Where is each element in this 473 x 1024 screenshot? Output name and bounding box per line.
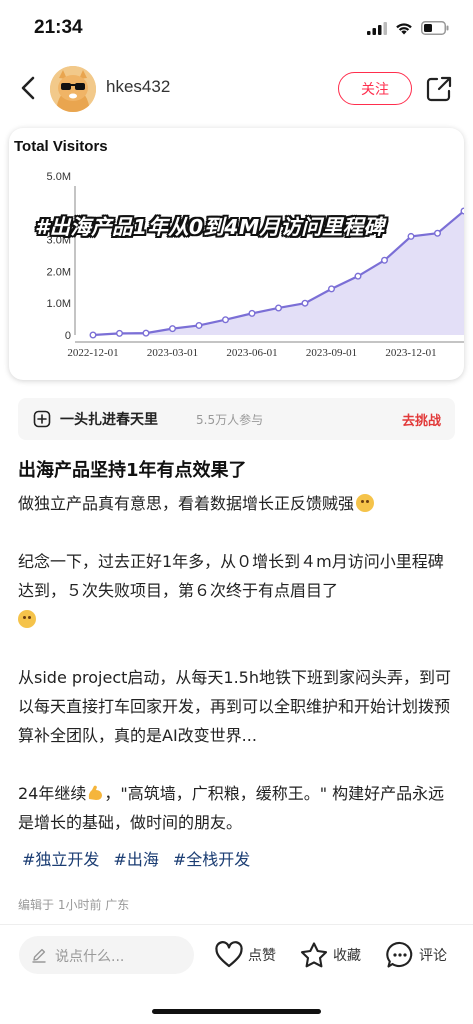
hashtag-link[interactable]: #全栈开发 <box>173 846 250 870</box>
like-label: 点赞 <box>248 948 276 964</box>
post-header: hkes432 关注 <box>0 62 473 116</box>
chart-data-point <box>115 329 123 337</box>
chart-x-tick-label: 2023-06-01 <box>226 347 277 359</box>
chart-data-point <box>301 299 309 307</box>
hashtag-link[interactable]: #出海 <box>113 846 158 870</box>
challenge-banner[interactable]: 一头扎进春天里 5.5万人参与 去挑战 <box>18 398 455 440</box>
smug-face-emoji-icon <box>356 494 375 512</box>
chart-x-tick-label: 2022-12-01 <box>67 347 118 359</box>
post-paragraph-3: 从side project启动，从每天1.5h地铁下班到家闷头弄，到可以每天直接… <box>18 668 451 745</box>
chart-data-point <box>328 285 336 293</box>
happy-face-emoji-icon <box>18 610 36 628</box>
battery-icon <box>421 21 449 35</box>
comment-input[interactable]: 说点什么... <box>19 936 194 974</box>
chart-y-tick-label: 1.0M <box>47 298 71 310</box>
chart-x-tick-label: 2023-09-01 <box>306 347 357 359</box>
hashtag-list: #独立开发 #出海 #全栈开发 <box>22 846 250 870</box>
comment-button[interactable]: 评论 <box>385 940 447 970</box>
collect-button[interactable]: 收藏 <box>299 940 361 970</box>
pen-icon <box>32 948 46 963</box>
post-paragraph-2: 纪念一下，过去正好1年多，从０增长到４m月访问小里程碑达到，５次失败项目，第６次… <box>18 552 444 600</box>
chart-y-tick-label: 5.0M <box>47 171 71 183</box>
post-paragraph-1: 做独立产品真有意思，看着数据增长正反馈贼强 <box>18 494 355 513</box>
comment-label: 评论 <box>419 948 447 964</box>
collect-label: 收藏 <box>333 948 361 964</box>
comment-placeholder: 说点什么... <box>55 949 125 965</box>
author-avatar[interactable] <box>50 66 96 112</box>
chart-data-point <box>354 272 362 280</box>
flexed-biceps-emoji-icon <box>89 785 103 800</box>
chart-x-tick-label: 2023-12-01 <box>385 347 436 359</box>
post-body: 做独立产品真有意思，看着数据增长正反馈贼强 纪念一下，过去正好1年多，从０增长到… <box>18 489 458 837</box>
chart-data-point <box>248 309 256 317</box>
chart-data-point <box>275 304 283 312</box>
challenge-title: 一头扎进春天里 <box>60 412 158 428</box>
chart-y-tick-label: 0 <box>65 330 71 342</box>
signal-icon <box>367 21 387 35</box>
chart-data-point <box>460 207 464 215</box>
chart-data-point <box>381 256 389 264</box>
chart-data-point <box>168 325 176 333</box>
status-time: 21:34 <box>34 17 83 38</box>
comment-bubble-icon <box>386 941 413 968</box>
chart-data-point <box>434 229 442 237</box>
join-challenge-button[interactable]: 去挑战 <box>402 410 441 429</box>
chart-data-point <box>221 316 229 324</box>
status-bar: 21:34 <box>0 0 473 56</box>
status-icons <box>367 20 449 36</box>
follow-button[interactable]: 关注 <box>338 72 412 105</box>
chart-image[interactable]: 0 1.0M 2.0M 3.0M 5.0M 2022-12-01 2023-03-01 202… <box>9 128 464 380</box>
chart-overlay-caption: #出海产品1年从0到4M月访问里程碑 <box>35 215 385 239</box>
chart-data-point <box>407 232 415 240</box>
hashtag-link[interactable]: #独立开发 <box>22 846 99 870</box>
wifi-icon <box>396 22 412 34</box>
chart-x-tick-label: 2023-03-01 <box>147 347 198 359</box>
back-icon[interactable] <box>16 74 42 102</box>
visitors-chart: 01.0M2.0M3.0M5.0M2022-12-01 2023-03-01 202… <box>47 171 464 359</box>
chart-title: Total Visitors <box>14 138 108 155</box>
edit-timestamp: 编辑于 1小时前 广东 <box>18 898 130 912</box>
author-username[interactable]: hkes432 <box>106 77 170 97</box>
share-icon[interactable] <box>425 75 453 103</box>
challenge-participants: 5.5万人参与 <box>196 413 264 427</box>
home-indicator <box>152 1009 321 1014</box>
post-title: 出海产品坚持1年有点效果了 <box>18 460 247 481</box>
chart-data-point <box>89 331 97 339</box>
star-icon <box>300 942 328 968</box>
heart-icon <box>215 941 243 968</box>
chart-data-point <box>195 321 203 329</box>
like-button[interactable]: 点赞 <box>214 940 276 970</box>
challenge-icon <box>33 410 51 428</box>
post-paragraph-4-start: 24年继续 <box>18 784 87 803</box>
bottom-divider <box>0 924 473 925</box>
chart-y-tick-label: 2.0M <box>47 266 71 278</box>
chart-data-point <box>142 329 150 337</box>
